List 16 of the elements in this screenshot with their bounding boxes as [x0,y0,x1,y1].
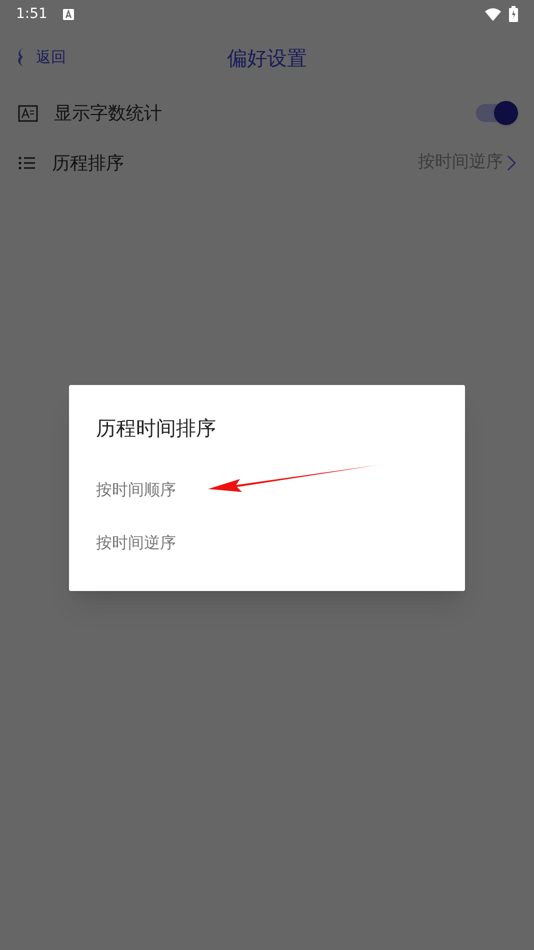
status-time: 1:51 [16,4,48,24]
setting-label: 历程排序 [52,152,125,176]
setting-label: 显示字数统计 [54,102,163,126]
text-box-icon [18,104,38,122]
dialog-title: 历程时间排序 [96,415,217,442]
wifi-icon [485,8,501,20]
list-icon [18,156,36,170]
page-title: 偏好设置 [227,45,307,72]
back-button[interactable]: 返回 [14,46,66,68]
toggle-switch[interactable] [476,104,516,122]
setting-row[interactable]: 显示字数统计 [0,88,534,138]
battery-icon [509,6,518,22]
chevron-right-icon [507,155,516,171]
dialog-option[interactable]: 按时间顺序 [96,478,176,502]
notification-icon [63,8,74,20]
dialog-option[interactable]: 按时间逆序 [96,530,176,554]
